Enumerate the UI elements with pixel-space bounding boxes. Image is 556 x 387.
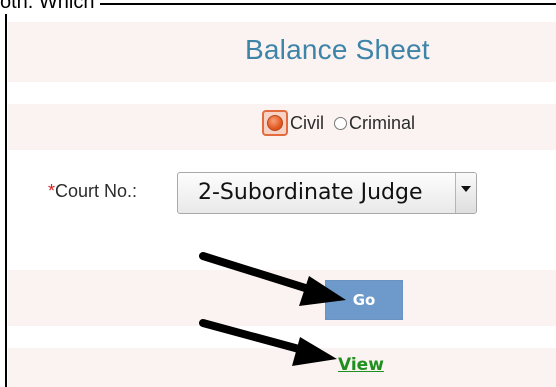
radio-selected-dot-icon <box>267 115 283 131</box>
page-title: Balance Sheet <box>245 34 430 65</box>
row-go-background <box>8 270 556 326</box>
civil-radio[interactable] <box>262 110 288 136</box>
page: oth. Which Balance Sheet Civil Criminal … <box>0 0 556 387</box>
case-type-radio-group: Civil Criminal <box>262 110 415 136</box>
court-no-label-text: Court No.: <box>55 181 138 201</box>
criminal-radio-label[interactable]: Criminal <box>349 113 415 134</box>
caption-text: oth. Which <box>0 0 101 14</box>
criminal-radio[interactable] <box>334 116 347 130</box>
go-button[interactable]: Go <box>325 280 403 320</box>
row-view-background <box>8 348 556 387</box>
chevron-down-icon <box>461 186 471 192</box>
court-no-select[interactable]: 2-Subordinate Judge <box>177 172 477 214</box>
court-no-selected-value: 2-Subordinate Judge <box>198 180 423 205</box>
court-no-label: *Court No.: <box>48 181 137 202</box>
civil-radio-label[interactable]: Civil <box>290 113 324 134</box>
required-marker: * <box>48 181 56 201</box>
dropdown-button[interactable] <box>455 173 476 213</box>
view-link[interactable]: View <box>338 355 384 375</box>
